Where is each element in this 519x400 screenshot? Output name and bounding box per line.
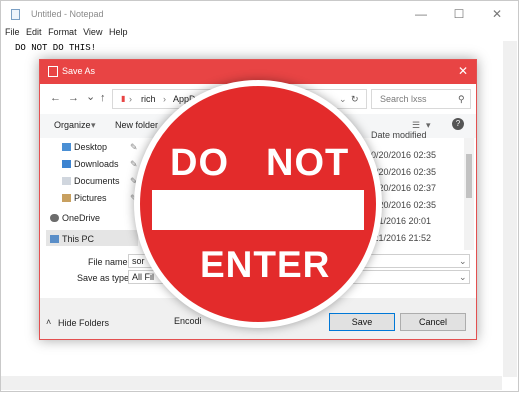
nav-item-label: Desktop (74, 142, 108, 152)
search-icon: ⚲ (458, 94, 465, 104)
nav-item-documents[interactable]: Documents ✎ (62, 176, 138, 186)
notepad-title-bar: Untitled - Notepad — ☐ ✕ (1, 1, 518, 27)
menu-view[interactable]: View (83, 27, 102, 37)
search-input[interactable]: Search lxss (380, 94, 427, 104)
save-as-type-label: Save as type: (77, 273, 132, 283)
do-not-enter-sign: DO NOT ENTER (134, 80, 382, 328)
nav-item-label: Downloads (74, 159, 119, 169)
hide-folders-button[interactable]: Hide Folders (58, 318, 109, 328)
up-arrow-icon[interactable]: ↑ (100, 92, 106, 104)
date-cell: /21/2016 21:52 (371, 232, 432, 243)
help-icon[interactable]: ? (452, 118, 464, 130)
sign-text-enter: ENTER (200, 244, 331, 285)
folder-icon: ▮ (121, 94, 126, 103)
menu-file[interactable]: File (5, 27, 20, 37)
menu-edit[interactable]: Edit (26, 27, 42, 37)
chevron-down-icon[interactable]: ⌄ (339, 94, 347, 105)
chevron-down-icon[interactable]: ▾ (426, 120, 431, 131)
new-folder-button[interactable]: New folder (115, 120, 158, 130)
notepad-vertical-scrollbar[interactable] (503, 41, 517, 377)
search-box[interactable]: Search lxss ⚲ (371, 89, 471, 109)
nav-item-label: OneDrive (62, 213, 101, 223)
desktop-icon (62, 143, 71, 151)
computer-icon (50, 235, 59, 243)
nav-item-pictures[interactable]: Pictures✎ (62, 193, 138, 203)
back-arrow-icon[interactable]: ← (50, 92, 61, 104)
date-cell: 0/20/2016 02:35 (371, 166, 437, 177)
downloads-icon (62, 160, 71, 168)
chevron-down-icon[interactable]: ⌄ (459, 272, 467, 283)
save-button[interactable]: Save (329, 313, 395, 331)
cancel-button[interactable]: Cancel (400, 313, 466, 331)
nav-item-label: This PC (62, 234, 95, 244)
chevron-right-icon: › (129, 94, 132, 104)
nav-item-downloads[interactable]: Downloads ✎ (62, 159, 138, 169)
notepad-menu-bar: File Edit Format View Help (1, 27, 518, 41)
nav-item-label: Pictures (74, 193, 107, 203)
pictures-icon (62, 194, 71, 202)
sign-white-bar (152, 190, 364, 230)
notepad-title: Untitled - Notepad (31, 9, 104, 19)
encoding-label: Encodi (174, 316, 202, 326)
pin-icon: ✎ (130, 159, 138, 169)
chevron-up-icon[interactable]: ˄ (46, 317, 51, 327)
minimize-icon[interactable]: — (405, 5, 437, 23)
sign-text-not: NOT (266, 142, 350, 184)
file-name-value: sor (132, 256, 145, 266)
close-icon[interactable]: ✕ (481, 5, 513, 23)
forward-arrow-icon[interactable]: → (68, 92, 79, 104)
breadcrumb-rich[interactable]: rich (141, 94, 156, 104)
sign-text-do: DO (170, 142, 229, 184)
file-list-scrollbar[interactable] (464, 138, 474, 250)
chevron-right-icon: › (163, 94, 166, 104)
date-cell: 0/20/2016 02:35 (371, 150, 437, 160)
file-name-label: File name: (88, 257, 131, 267)
notepad-icon (11, 9, 20, 20)
chevron-down-icon: ▾ (91, 120, 96, 130)
save-as-type-value: All Fil (132, 272, 154, 282)
menu-format[interactable]: Format (48, 27, 77, 37)
navigation-pane: Desktop ✎ Downloads ✎ Documents✎ Pictures✎… (46, 138, 138, 250)
nav-item-this-pc[interactable]: This PC (50, 234, 95, 244)
nav-item-label: Documents (74, 176, 120, 186)
notepad-text: DO NOT DO THIS! (15, 43, 97, 53)
notepad-horizontal-scrollbar[interactable] (1, 376, 502, 390)
notepad-icon (48, 66, 58, 77)
chevron-down-icon[interactable]: ⌄ (459, 256, 467, 267)
refresh-icon[interactable]: ↻ (351, 94, 359, 105)
scrollbar-thumb[interactable] (466, 154, 472, 198)
nav-item-onedrive[interactable]: OneDrive (50, 213, 101, 223)
chevron-down-icon[interactable]: ⌄ (86, 90, 95, 103)
cloud-icon (50, 214, 59, 222)
documents-icon (62, 177, 71, 185)
column-header-date-modified[interactable]: Date modified (371, 130, 427, 140)
organize-button[interactable]: Organize (54, 120, 91, 130)
nav-item-desktop[interactable]: Desktop ✎ (62, 142, 138, 152)
maximize-icon[interactable]: ☐ (443, 5, 475, 23)
close-icon[interactable]: ✕ (458, 64, 468, 78)
pin-icon: ✎ (130, 142, 138, 152)
menu-help[interactable]: Help (109, 27, 128, 37)
dialog-title: Save As (62, 66, 96, 76)
